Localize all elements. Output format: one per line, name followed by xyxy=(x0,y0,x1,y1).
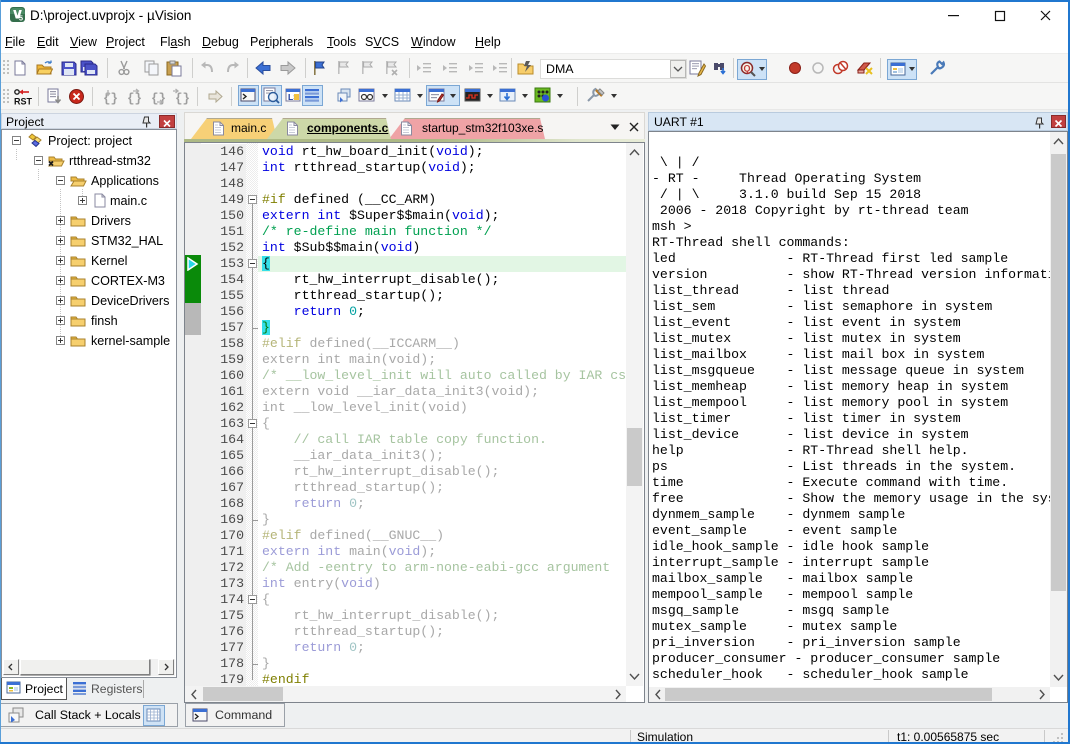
svg-text:{}: {} xyxy=(175,92,190,106)
svg-text:{}: {} xyxy=(151,92,166,106)
svg-text:RST: RST xyxy=(14,97,33,107)
svg-text:{}: {} xyxy=(127,92,142,106)
svg-text:{}: {} xyxy=(103,92,118,106)
svg-text:Q: Q xyxy=(743,64,750,74)
svg-text:5: 5 xyxy=(19,14,23,22)
